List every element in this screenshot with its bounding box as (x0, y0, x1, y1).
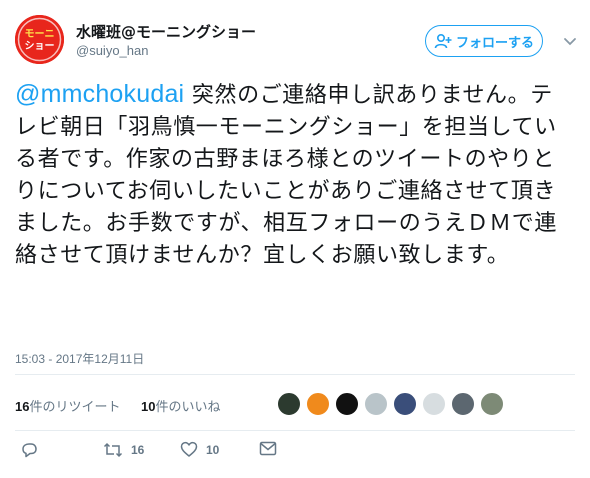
heart-icon (180, 441, 198, 457)
follow-button-label: フォローする (455, 35, 534, 51)
tweet-body: 突然のご連絡申し訳ありません。テレビ朝日「羽鳥慎一モーニングショー」を担当してい… (15, 83, 557, 268)
likes-label: 件のいいね (155, 400, 221, 415)
tweet-text: @mmchokudai 突然のご連絡申し訳ありません。テレビ朝日「羽鳥慎一モーニ… (15, 78, 575, 272)
liker-avatar[interactable] (422, 392, 446, 416)
svg-text:ショー: ショー (25, 40, 55, 52)
retweets-label: 件のリツイート (29, 400, 121, 415)
author-display-name[interactable]: 水曜班@モーニングショー (76, 22, 256, 42)
tweet-actions: 16 10 (15, 436, 575, 466)
reply-button[interactable] (20, 441, 38, 459)
liker-avatar[interactable] (306, 392, 330, 416)
avatar-logo-icon: モーニ ショー (15, 15, 64, 64)
liker-avatar[interactable] (393, 392, 417, 416)
divider (15, 430, 575, 431)
reply-icon (22, 443, 37, 458)
liker-avatar[interactable] (277, 392, 301, 416)
author-avatar[interactable]: モーニ ショー (15, 15, 64, 64)
follow-button[interactable]: フォローする (425, 25, 543, 57)
retweets-stat[interactable]: 16件のリツイート (15, 396, 120, 415)
likes-count: 10 (141, 399, 156, 414)
svg-text:モーニ: モーニ (25, 29, 55, 40)
tweet-mention-link[interactable]: @mmchokudai (15, 80, 184, 108)
add-person-icon (434, 33, 452, 49)
retweet-count: 16 (131, 443, 145, 457)
retweets-count: 16 (15, 399, 30, 414)
liker-avatar[interactable] (480, 392, 504, 416)
liker-avatar[interactable] (451, 392, 475, 416)
chevron-down-icon[interactable] (563, 37, 577, 47)
like-button[interactable]: 10 (180, 441, 219, 458)
liker-avatar[interactable] (335, 392, 359, 416)
author-names: 水曜班@モーニングショー @suiyo_han (76, 22, 256, 60)
retweet-button[interactable]: 16 (103, 441, 144, 459)
tweet-header: モーニ ショー 水曜班@モーニングショー @suiyo_han フォローする (15, 15, 577, 65)
liker-avatar[interactable] (364, 392, 388, 416)
tweet-stats: 16件のリツイート 10件のいいね (15, 385, 575, 425)
tweet-timestamp[interactable]: 15:03 - 2017年12月11日 (15, 350, 144, 367)
retweet-icon (103, 442, 123, 458)
direct-message-button[interactable] (259, 441, 277, 456)
envelope-icon (259, 441, 277, 456)
likes-stat[interactable]: 10件のいいね (141, 396, 220, 415)
author-screen-name[interactable]: @suiyo_han (76, 42, 256, 60)
divider (15, 374, 575, 375)
like-count: 10 (206, 442, 220, 457)
